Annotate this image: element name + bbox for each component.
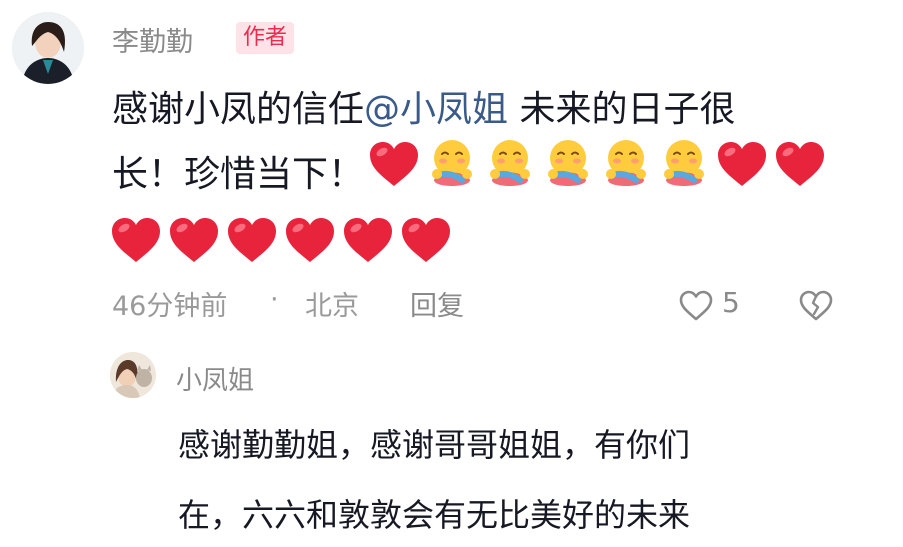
red-heart-emoji-icon bbox=[718, 142, 766, 186]
reply-author-avatar[interactable] bbox=[110, 352, 156, 398]
mention-link[interactable]: @小凤姐 bbox=[364, 89, 508, 130]
comment-time: 46分钟前 bbox=[112, 291, 228, 322]
author-badge: 作者 bbox=[236, 22, 295, 54]
reply-author-name[interactable]: 小凤姐 bbox=[176, 360, 254, 397]
like-heart-icon[interactable] bbox=[678, 288, 714, 324]
like-count: 5 bbox=[722, 286, 740, 319]
comment-text-line-1: 感谢小凤的信任@小凤姐 未来的日子很 bbox=[112, 80, 735, 132]
comment-text-segment: 未来的日子很 bbox=[508, 89, 736, 130]
hugging-face-emoji-icon bbox=[490, 140, 530, 186]
comment-text-segment: 感谢小凤的信任 bbox=[112, 89, 365, 130]
hugging-face-emoji-icon bbox=[606, 140, 646, 186]
red-heart-emoji-icon bbox=[112, 218, 160, 262]
author-avatar[interactable] bbox=[12, 12, 84, 84]
red-heart-emoji-icon bbox=[370, 142, 418, 186]
dislike-broken-heart-icon[interactable] bbox=[798, 288, 834, 324]
emoji-row bbox=[366, 136, 828, 192]
comment-author-name[interactable]: 李勤勤 bbox=[112, 20, 193, 59]
red-heart-emoji-icon bbox=[776, 142, 824, 186]
comment-thread: 李勤勤 作者 感谢小凤的信任@小凤姐 未来的日子很 长！珍惜当下！ 46分钟前 … bbox=[0, 0, 903, 547]
meta-separator: · bbox=[270, 284, 279, 315]
comment-location: 北京 bbox=[305, 291, 359, 322]
reply-text-line-1: 感谢勤勤姐，感谢哥哥姐姐，有你们 bbox=[178, 426, 691, 464]
red-heart-emoji-icon bbox=[286, 218, 334, 262]
comment-text-line-2: 长！珍惜当下！ bbox=[112, 154, 365, 195]
red-heart-emoji-icon bbox=[170, 218, 218, 262]
hugging-face-emoji-icon bbox=[664, 140, 704, 186]
hugging-face-emoji-icon bbox=[548, 140, 588, 186]
emoji-row bbox=[108, 212, 454, 268]
hugging-face-emoji-icon bbox=[432, 140, 472, 186]
avatar-portrait-icon bbox=[110, 352, 156, 398]
reply-text-line-2: 在，六六和敦敦会有无比美好的未来 bbox=[178, 496, 691, 534]
red-heart-emoji-icon bbox=[344, 218, 392, 262]
red-heart-emoji-icon bbox=[228, 218, 276, 262]
red-heart-emoji-icon bbox=[402, 218, 450, 262]
avatar-portrait-icon bbox=[12, 12, 84, 84]
reply-button[interactable]: 回复 bbox=[410, 284, 464, 323]
